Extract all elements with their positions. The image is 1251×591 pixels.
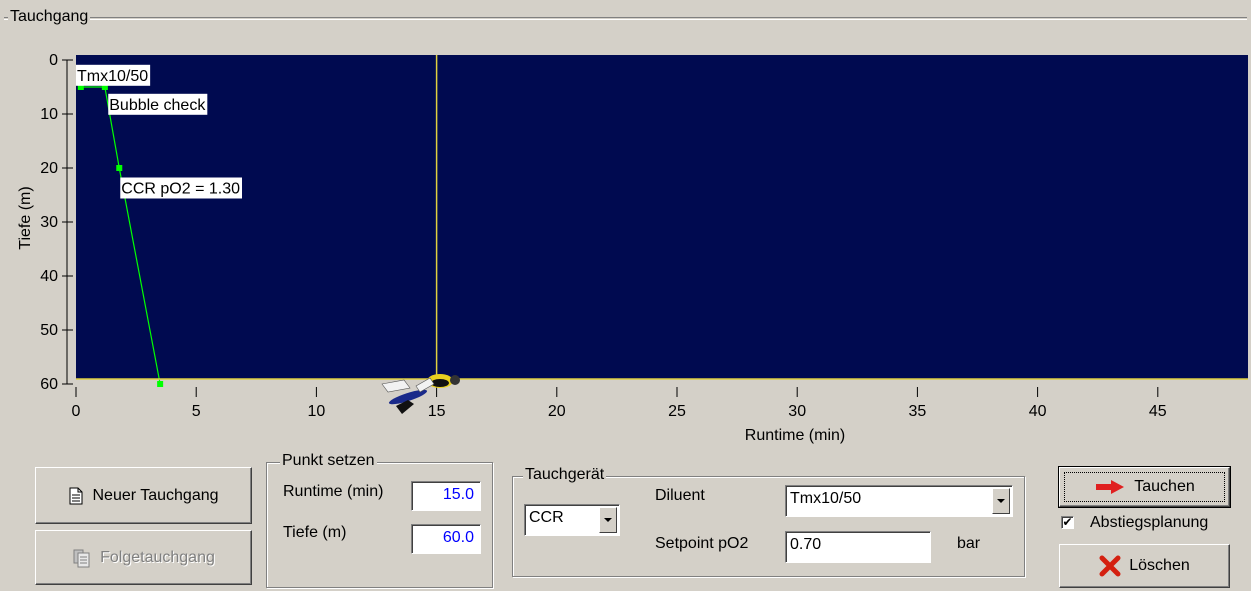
dive-profile-chart[interactable]: 0 10 20 30 40 50 60 0 5 10 15 20 25 30 35 40 45 Tmx10/5… (0, 0, 1251, 450)
device-value: CCR (529, 509, 564, 526)
profile-annotation: Tmx10/50 (76, 64, 151, 86)
profile-point[interactable] (116, 165, 123, 171)
annotation-text: Bubble check (109, 97, 206, 114)
chevron-down-icon[interactable] (992, 488, 1010, 514)
y-tick-label: 40 (40, 268, 58, 285)
x-tick-label: 40 (1029, 403, 1047, 420)
y-tick-label: 60 (40, 376, 58, 393)
x-tick-label: 45 (1149, 403, 1167, 420)
tiefe-input[interactable]: 60.0 (411, 524, 481, 554)
x-axis-label: Runtime (min) (745, 427, 845, 444)
x-tick-label: 25 (668, 403, 686, 420)
x-tick-label: 20 (548, 403, 566, 420)
profile-annotation: Bubble check (108, 93, 208, 115)
x-axis: 0 5 10 15 20 25 30 35 40 45 (72, 387, 1167, 420)
runtime-label: Runtime (min) (283, 483, 384, 500)
profile-annotation: CCR pO2 = 1.30 (120, 177, 243, 199)
chevron-down-icon[interactable] (599, 507, 617, 533)
setpoint-unit: bar (957, 535, 981, 552)
plot-area[interactable] (76, 55, 1248, 379)
loeschen-label: Löschen (1129, 557, 1190, 574)
y-tick-label: 0 (49, 52, 58, 69)
diluent-label: Diluent (655, 487, 705, 504)
loeschen-button[interactable]: Löschen (1059, 544, 1230, 588)
annotation-text: CCR pO2 = 1.30 (121, 181, 240, 198)
y-tick-label: 30 (40, 214, 58, 231)
y-axis-label: Tiefe (m) (17, 186, 34, 249)
abstiegsplanung-checkbox[interactable]: ✔ (1061, 516, 1074, 529)
x-tick-label: 0 (72, 403, 81, 420)
profile-point[interactable] (157, 381, 164, 387)
delete-x-icon (1099, 555, 1121, 577)
device-select[interactable]: CCR (524, 504, 620, 536)
folgetauchgang-label: Folgetauchgang (100, 548, 215, 566)
neuer-tauchgang-label: Neuer Tauchgang (92, 486, 219, 504)
y-tick-label: 10 (40, 106, 58, 123)
y-axis: 0 10 20 30 40 50 60 (40, 52, 73, 393)
setpoint-input[interactable]: 0.70 (785, 531, 931, 563)
abstiegsplanung-label: Abstiegsplanung (1090, 514, 1209, 531)
x-tick-label: 15 (428, 403, 446, 420)
y-tick-label: 20 (40, 160, 58, 177)
tauchgeraet-title: Tauchgerät (523, 466, 607, 484)
setpoint-label: Setpoint pO2 (655, 535, 749, 552)
diver-icon[interactable] (381, 374, 460, 414)
diluent-select[interactable]: Tmx10/50 (785, 485, 1013, 517)
document-icon (68, 487, 84, 505)
x-tick-label: 10 (308, 403, 326, 420)
runtime-input[interactable]: 15.0 (411, 481, 481, 511)
x-tick-label: 35 (909, 403, 927, 420)
annotation-text: Tmx10/50 (77, 68, 148, 85)
x-tick-label: 30 (788, 403, 806, 420)
y-tick-label: 50 (40, 322, 58, 339)
neuer-tauchgang-button[interactable]: Neuer Tauchgang (35, 467, 252, 524)
tiefe-label: Tiefe (m) (283, 524, 347, 541)
folgetauchgang-button[interactable]: Folgetauchgang (35, 530, 252, 585)
diluent-value: Tmx10/50 (790, 490, 862, 507)
x-tick-label: 5 (192, 403, 201, 420)
documents-icon (72, 548, 92, 568)
punkt-setzen-title: Punkt setzen (280, 452, 377, 470)
tauchen-button[interactable]: Tauchen (1058, 466, 1231, 508)
